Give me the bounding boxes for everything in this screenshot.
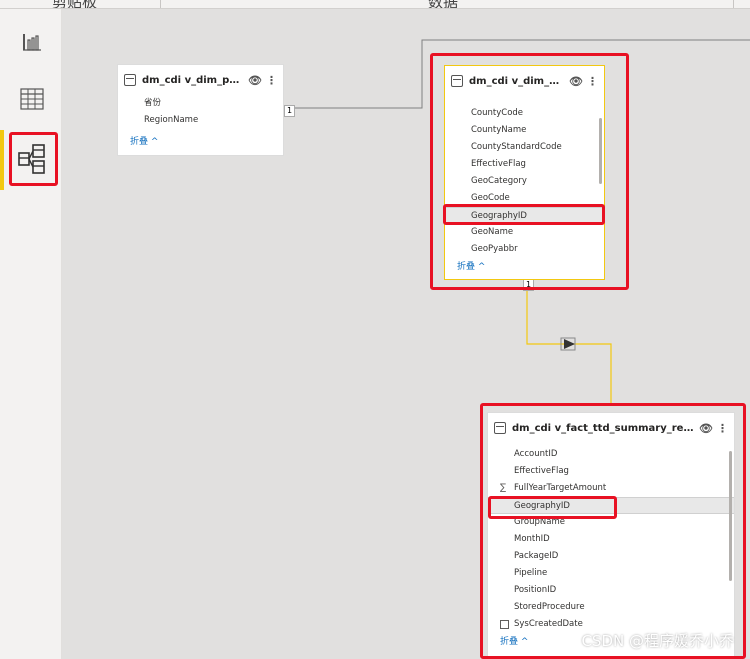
ribbon-group-clipboard: 剪贴板 [52,0,98,9]
highlight-box-geography-table [430,53,629,290]
table-icon [124,74,136,86]
ribbon: 剪贴板 数据 [0,0,750,9]
highlight-box-geographyid-summary [488,496,617,519]
bar-chart-icon [23,34,41,51]
table-card-position[interactable]: dm_cdi v_dim_positio... 👁 ⋮ 省份 RegionNam… [117,64,284,156]
eye-icon[interactable]: 👁 [248,74,262,87]
table-card-header[interactable]: dm_cdi v_dim_positio... 👁 ⋮ [118,65,283,95]
ribbon-divider [160,0,161,8]
more-options-icon[interactable]: ⋮ [266,74,277,87]
field-item[interactable]: 省份 [118,95,283,112]
highlight-box-summary-table [480,403,746,659]
view-switcher [0,9,62,659]
field-item[interactable]: RegionName [118,112,283,129]
model-canvas[interactable]: 1 1 dm_cdi v_dim_positio... 👁 ⋮ 省份 Regio… [62,9,750,659]
watermark: CSDN @程序媛乔小乔 [581,632,734,650]
highlight-box-model-view [9,132,58,186]
data-view-button[interactable] [12,79,52,119]
active-view-indicator [0,130,4,190]
ribbon-group-data: 数据 [428,0,459,9]
highlight-box-geographyid [443,204,605,225]
report-view-button[interactable] [12,21,52,61]
table-grid-icon [20,88,44,110]
relation-cardinality-label: 1 [284,105,296,117]
collapse-button[interactable]: 折叠 ^ [118,133,283,151]
table-title: dm_cdi v_dim_positio... [142,74,244,86]
ribbon-divider [733,0,734,8]
